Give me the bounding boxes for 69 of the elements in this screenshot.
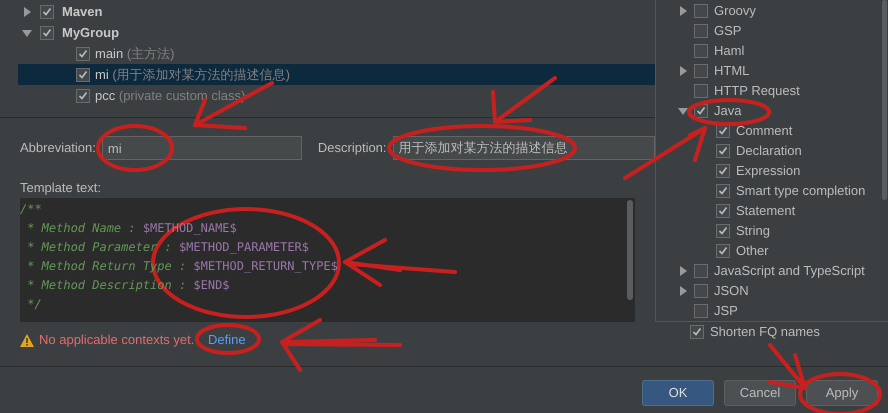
description-field[interactable]: 用于添加对某方法的描述信息: [392, 136, 655, 160]
checkbox[interactable]: [690, 324, 704, 339]
checkbox[interactable]: [40, 26, 54, 40]
selected-row[interactable]: mi (用于添加对某方法的描述信息): [18, 64, 655, 85]
warning-icon: [20, 334, 34, 346]
dialog-button[interactable]: OK: [642, 380, 714, 406]
expand-arrow-icon[interactable]: [22, 6, 32, 16]
checkbox[interactable]: [694, 304, 708, 318]
checkbox[interactable]: [694, 4, 708, 18]
context-label: HTTP Request: [714, 82, 800, 100]
collapse-arrow-icon[interactable]: [678, 106, 688, 116]
context-label: Statement: [736, 202, 796, 220]
code-comment: * Method Name :: [26, 221, 137, 235]
template-description: (主方法): [126, 46, 174, 61]
context-label: Comment: [736, 122, 792, 140]
warning-text: No applicable contexts yet.: [39, 332, 194, 348]
abbreviation-field[interactable]: mi: [102, 136, 302, 160]
group-label: Maven: [62, 2, 102, 21]
scrollbar[interactable]: [882, 0, 887, 200]
template-name: mi: [95, 66, 109, 82]
context-label: JSP: [714, 302, 738, 320]
collapse-arrow-icon[interactable]: [22, 28, 32, 38]
group-label: MyGroup: [62, 24, 120, 42]
template-variable: $END$: [193, 278, 230, 292]
checkbox[interactable]: [694, 264, 708, 278]
expand-arrow-icon[interactable]: [678, 266, 688, 276]
context-label: Smart type completion: [736, 182, 866, 200]
checkbox[interactable]: [694, 84, 708, 98]
template-name: pcc: [95, 88, 116, 103]
context-label: Haml: [714, 42, 744, 60]
context-label: Java: [714, 102, 742, 120]
context-label: Expression: [736, 162, 800, 180]
description-label: Description:: [318, 139, 387, 158]
checkbox[interactable]: [716, 184, 730, 198]
template-description: (用于添加对某方法的描述信息): [112, 66, 290, 82]
checkbox[interactable]: [694, 64, 708, 78]
checkbox[interactable]: [76, 68, 90, 82]
scrollbar[interactable]: [627, 200, 633, 300]
context-label: Other: [736, 242, 769, 260]
checkbox[interactable]: [716, 144, 730, 158]
context-label: Declaration: [736, 142, 802, 160]
template-text-label: Template text:: [19, 179, 102, 197]
context-label: HTML: [714, 62, 750, 80]
checkbox[interactable]: [716, 244, 730, 258]
context-label: GSP: [714, 22, 742, 40]
option-label: Shorten FQ names: [710, 323, 820, 341]
template-name: main: [95, 46, 124, 61]
checkbox[interactable]: [694, 44, 708, 58]
checkbox[interactable]: [76, 46, 90, 60]
expand-arrow-icon[interactable]: [678, 6, 688, 16]
dialog-button[interactable]: Apply: [806, 380, 878, 406]
checkbox[interactable]: [716, 204, 730, 218]
dialog-button[interactable]: Cancel: [724, 380, 796, 406]
abbreviation-label: Abbreviation:: [20, 139, 96, 158]
checkbox[interactable]: [694, 24, 708, 38]
code-comment: /**: [20, 202, 42, 216]
code-comment: */: [26, 297, 42, 311]
checkbox[interactable]: [716, 224, 730, 238]
context-label: Groovy: [714, 2, 756, 20]
template-variable: $METHOD_PARAMETER$: [178, 240, 309, 254]
context-label: JSON: [714, 282, 749, 300]
checkbox[interactable]: [716, 164, 730, 178]
checkbox[interactable]: [76, 88, 90, 102]
checkbox[interactable]: [40, 4, 54, 18]
expand-arrow-icon[interactable]: [678, 286, 688, 296]
checkbox[interactable]: [694, 284, 708, 298]
context-label: JavaScript and TypeScript: [714, 262, 865, 280]
expand-arrow-icon[interactable]: [678, 66, 688, 76]
context-label: String: [736, 222, 770, 240]
